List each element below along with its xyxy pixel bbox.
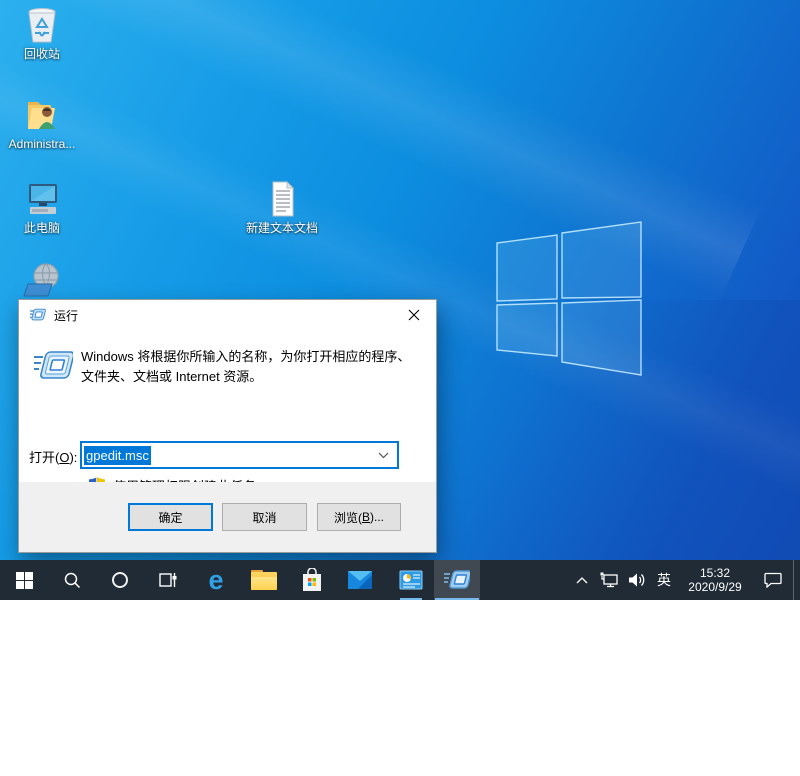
desktop-icon-label: Administra... bbox=[4, 137, 80, 151]
system-window-icon bbox=[399, 570, 423, 590]
run-icon-large bbox=[33, 350, 73, 384]
open-label-prefix: 打开( bbox=[29, 450, 59, 465]
ok-button-label: 确定 bbox=[158, 509, 182, 526]
browse-label-suffix: )... bbox=[370, 510, 384, 524]
system-tray: 英 15:32 2020/9/29 bbox=[569, 560, 800, 600]
task-view-button[interactable] bbox=[144, 560, 192, 600]
close-button[interactable] bbox=[391, 300, 436, 330]
run-icon bbox=[30, 308, 46, 322]
store-button[interactable] bbox=[288, 560, 336, 600]
browse-label-mnemonic: B bbox=[362, 510, 370, 524]
cancel-button[interactable]: 取消 bbox=[222, 503, 307, 531]
network-tray-button[interactable] bbox=[595, 560, 623, 600]
windows-start-icon bbox=[16, 572, 33, 589]
volume-tray-button[interactable] bbox=[623, 560, 651, 600]
search-button[interactable] bbox=[48, 560, 96, 600]
desktop-icon-label: 回收站 bbox=[4, 47, 80, 61]
start-button[interactable] bbox=[0, 560, 48, 600]
dialog-title: 运行 bbox=[54, 307, 78, 324]
cortana-button[interactable] bbox=[96, 560, 144, 600]
ok-button[interactable]: 确定 bbox=[128, 503, 213, 531]
run-dialog-titlebar[interactable]: 运行 bbox=[19, 300, 436, 330]
desktop-icon-this-pc[interactable]: 此电脑 bbox=[4, 180, 80, 235]
desktop-icon-label: 此电脑 bbox=[4, 221, 80, 235]
network-tray-icon bbox=[600, 572, 618, 588]
action-center-icon bbox=[764, 572, 782, 588]
network-icon bbox=[22, 258, 62, 296]
browse-label-prefix: 浏览( bbox=[334, 509, 362, 526]
open-label-mnemonic: O bbox=[59, 450, 69, 465]
mail-icon bbox=[348, 571, 372, 589]
run-taskbar-icon bbox=[444, 569, 470, 591]
cortana-icon bbox=[111, 571, 129, 589]
run-dialog: 运行 Windows 将根据你所输入的名称，为你打开相应的程序、 文件夹、文档或… bbox=[18, 299, 437, 553]
edge-button[interactable]: e bbox=[192, 560, 240, 600]
desktop-icon-label: 新建文本文档 bbox=[244, 221, 320, 235]
show-desktop-button[interactable] bbox=[793, 560, 800, 600]
task-view-icon bbox=[158, 571, 178, 589]
desktop-icon-recycle-bin[interactable]: 回收站 bbox=[4, 6, 80, 61]
description-line1: Windows 将根据你所输入的名称，为你打开相应的程序、 bbox=[81, 347, 426, 367]
run-dialog-footer: 确定 取消 浏览(B)... bbox=[19, 482, 436, 552]
taskbar: e bbox=[0, 560, 800, 600]
cancel-button-label: 取消 bbox=[252, 509, 276, 526]
clock-time: 15:32 bbox=[677, 566, 753, 580]
mail-button[interactable] bbox=[336, 560, 384, 600]
file-explorer-button[interactable] bbox=[240, 560, 288, 600]
close-icon bbox=[408, 309, 420, 321]
chevron-up-icon bbox=[576, 577, 588, 584]
taskbar-left: e bbox=[0, 560, 384, 600]
open-label-suffix: ): bbox=[69, 450, 77, 465]
run-command-input-value[interactable]: gpedit.msc bbox=[84, 446, 151, 465]
tray-overflow-button[interactable] bbox=[569, 560, 595, 600]
taskbar-running-apps bbox=[388, 560, 480, 600]
desktop-icon-administrator[interactable]: Administra... bbox=[4, 96, 80, 151]
description-line2: 文件夹、文档或 Internet 资源。 bbox=[81, 367, 426, 387]
clock-date: 2020/9/29 bbox=[677, 580, 753, 594]
chevron-down-icon[interactable] bbox=[378, 452, 389, 459]
taskbar-clock[interactable]: 15:32 2020/9/29 bbox=[677, 566, 753, 594]
open-label: 打开(O): bbox=[29, 447, 77, 466]
store-icon bbox=[301, 568, 323, 592]
desktop-icon-new-text-document[interactable]: 新建文本文档 bbox=[244, 180, 320, 235]
search-icon bbox=[63, 571, 81, 589]
open-row: 打开(O): gpedit.msc bbox=[29, 442, 428, 468]
user-folder-icon bbox=[22, 96, 62, 134]
text-document-icon bbox=[262, 180, 302, 218]
run-command-combobox[interactable]: gpedit.msc bbox=[81, 442, 398, 468]
browse-button[interactable]: 浏览(B)... bbox=[317, 503, 401, 531]
file-explorer-icon bbox=[251, 570, 277, 590]
ime-indicator[interactable]: 英 bbox=[651, 560, 677, 600]
recycle-bin-icon bbox=[22, 6, 62, 44]
run-dialog-body: Windows 将根据你所输入的名称，为你打开相应的程序、 文件夹、文档或 In… bbox=[19, 330, 436, 483]
computer-icon bbox=[22, 180, 62, 218]
action-center-button[interactable] bbox=[753, 560, 793, 600]
edge-icon: e bbox=[208, 567, 223, 594]
volume-icon bbox=[628, 572, 646, 588]
windows-logo bbox=[488, 216, 653, 386]
taskbar-app-system-window[interactable] bbox=[388, 560, 434, 600]
desktop-icon-network[interactable] bbox=[4, 258, 80, 299]
run-description: Windows 将根据你所输入的名称，为你打开相应的程序、 文件夹、文档或 In… bbox=[81, 347, 426, 387]
taskbar-app-run[interactable] bbox=[434, 560, 480, 600]
